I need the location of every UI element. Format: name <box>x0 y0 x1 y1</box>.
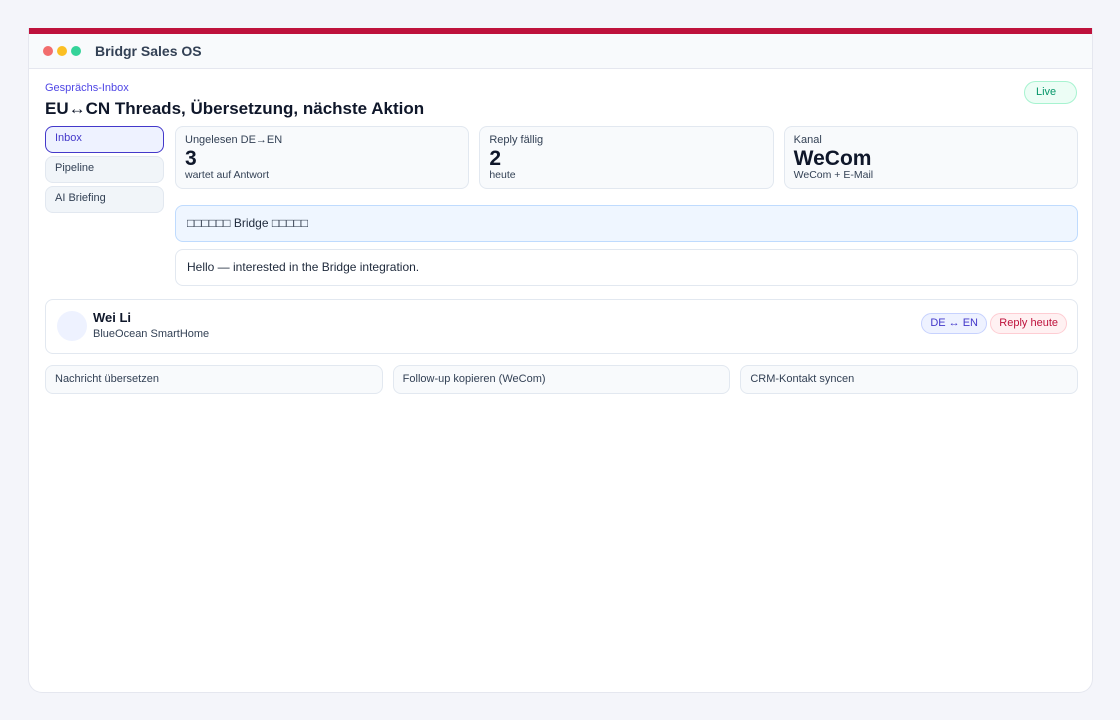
contact-name: Wei Li <box>93 310 132 325</box>
titlebar: Bridgr Sales OS <box>29 34 1092 69</box>
contact-card[interactable]: Wei Li BlueOcean SmartHome DE ↔ EN Reply… <box>45 299 1078 354</box>
original-message: □□□□□□ Bridge □□□□□ <box>175 205 1078 242</box>
sidebar-nav: Inbox Pipeline AI Briefing <box>45 126 164 216</box>
action-row: Nachricht übersetzen Follow-up kopieren … <box>45 365 1079 394</box>
section-label: Gesprächs-Inbox <box>45 82 129 94</box>
language-tag: DE ↔ EN <box>921 313 987 334</box>
stat-value: 3 <box>185 147 197 170</box>
nav-item-ai-briefing[interactable]: AI Briefing <box>45 186 164 213</box>
sync-crm-contact-button[interactable]: CRM-Kontakt syncen <box>740 365 1079 394</box>
nav-item-inbox[interactable]: Inbox <box>45 126 164 153</box>
stat-sub: heute <box>489 169 516 181</box>
app-title: Bridgr Sales OS <box>95 43 202 59</box>
stat-card-reply-due: Reply fällig 2 heute <box>479 126 774 189</box>
translate-message-button[interactable]: Nachricht übersetzen <box>45 365 383 394</box>
stat-card-channel: Kanal WeCom WeCom + E-Mail <box>783 126 1078 189</box>
window-controls <box>43 46 81 56</box>
stat-value: WeCom <box>793 147 872 170</box>
stats-row: Ungelesen DE→EN 3 wartet auf Antwort Rep… <box>175 126 1078 189</box>
status-badge: Live <box>1024 81 1077 104</box>
stat-label: Reply fällig <box>489 134 544 146</box>
page-title: EU↔CN Threads, Übersetzung, nächste Akti… <box>45 99 425 118</box>
stat-value: 2 <box>489 147 502 170</box>
avatar <box>57 311 87 341</box>
stat-sub: wartet auf Antwort <box>185 169 270 181</box>
nav-item-pipeline[interactable]: Pipeline <box>45 156 164 183</box>
stat-sub: WeCom + E-Mail <box>793 169 874 181</box>
stat-label: Ungelesen DE→EN <box>185 134 283 146</box>
contact-company: BlueOcean SmartHome <box>93 328 210 340</box>
close-window-icon[interactable] <box>43 46 53 56</box>
stat-card-unread: Ungelesen DE→EN 3 wartet auf Antwort <box>175 126 470 189</box>
copy-follow-up-button[interactable]: Follow-up kopieren (WeCom) <box>392 365 731 394</box>
maximize-window-icon[interactable] <box>71 46 81 56</box>
translated-message: Hello — interested in the Bridge integra… <box>175 249 1078 286</box>
stat-label: Kanal <box>793 134 822 146</box>
minimize-window-icon[interactable] <box>57 46 67 56</box>
reply-tag: Reply heute <box>990 313 1067 334</box>
app-window: Bridgr Sales OS Gesprächs-Inbox EU↔CN Th… <box>28 28 1093 693</box>
